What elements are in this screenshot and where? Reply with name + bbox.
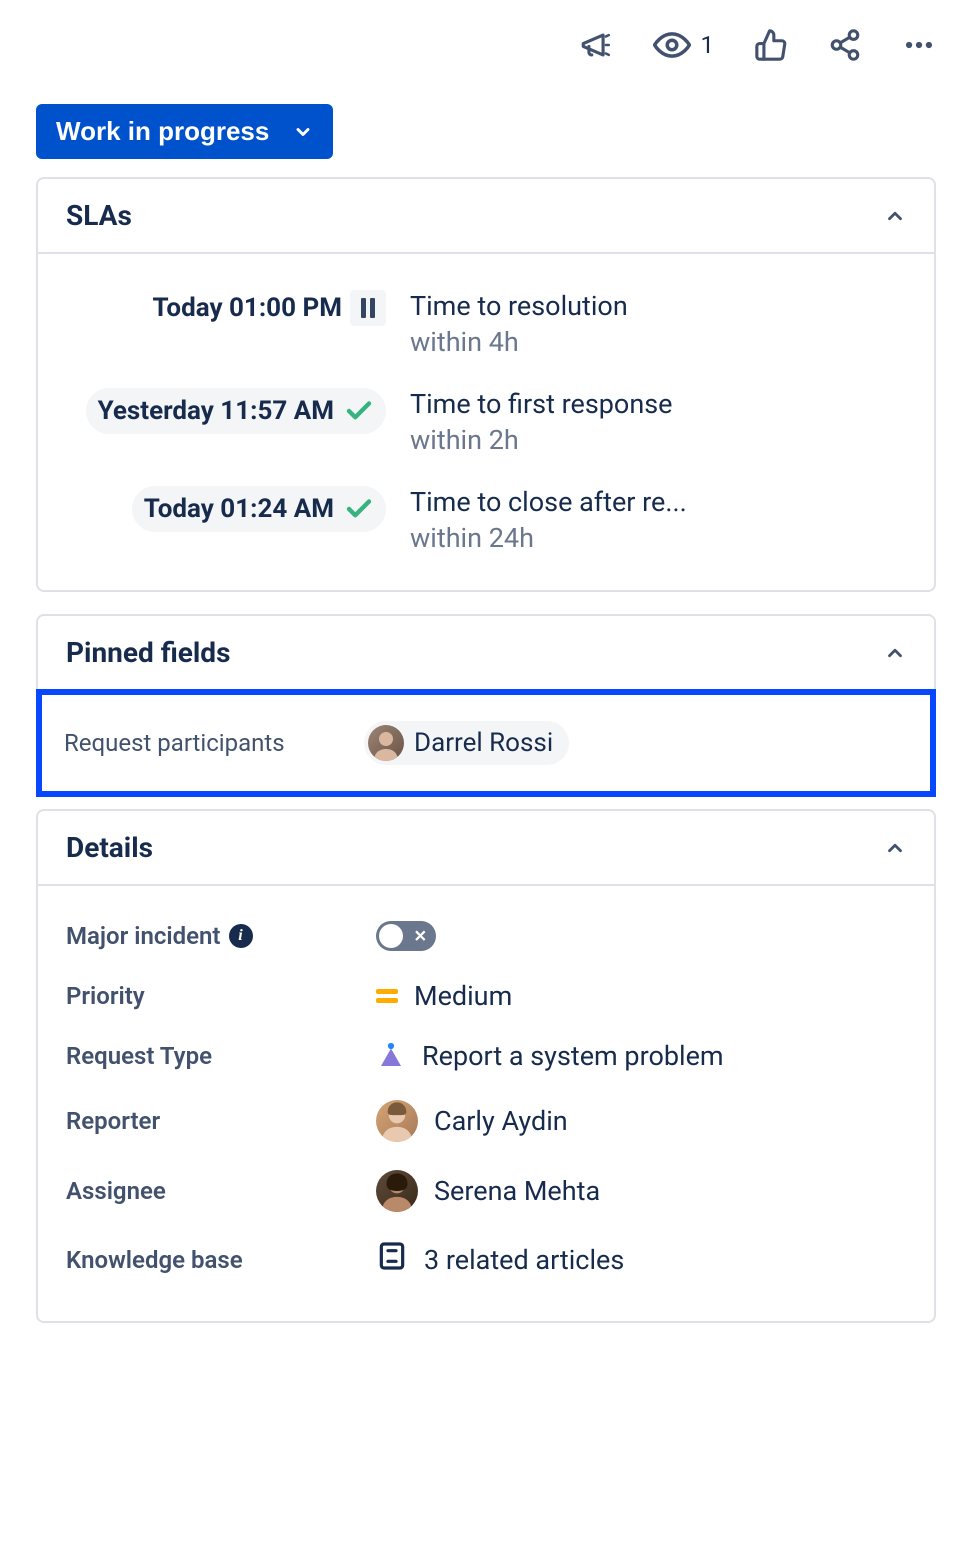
sla-row: Today 01:24 AM Time to close after re...… — [66, 486, 906, 554]
sla-time: Yesterday 11:57 AM — [98, 396, 334, 426]
sla-time: Today 01:24 AM — [144, 494, 334, 524]
reporter-value: Carly Aydin — [434, 1105, 568, 1137]
pause-icon — [350, 290, 386, 326]
watch-count: 1 — [701, 31, 715, 59]
user-name: Darrel Rossi — [414, 728, 553, 758]
chevron-up-icon — [884, 837, 906, 859]
pinned-fields-panel: Pinned fields Request participants Darre… — [36, 614, 936, 797]
collapse-toggle[interactable] — [884, 205, 906, 227]
pinned-fields-title: Pinned fields — [66, 636, 230, 669]
pinned-fields-header[interactable]: Pinned fields — [38, 616, 934, 689]
details-title: Details — [66, 831, 153, 864]
feedback-button[interactable] — [579, 28, 613, 62]
request-participants-field[interactable]: Request participants Darrel Rossi — [36, 689, 936, 797]
check-icon — [344, 494, 374, 524]
field-label: Reporter — [66, 1107, 376, 1135]
field-label: Knowledge base — [66, 1246, 376, 1274]
assignee-value: Serena Mehta — [434, 1175, 600, 1207]
book-icon — [376, 1240, 408, 1279]
knowledge-base-field[interactable]: Knowledge base 3 related articles — [66, 1226, 906, 1293]
check-icon — [344, 396, 374, 426]
status-label: Work in progress — [56, 116, 269, 147]
avatar — [376, 1100, 418, 1142]
share-icon — [828, 28, 862, 62]
sla-name: Time to first response — [410, 388, 673, 420]
request-type-icon — [376, 1041, 406, 1071]
sla-goal: within 4h — [410, 326, 628, 358]
more-icon — [902, 28, 936, 62]
chevron-up-icon — [884, 205, 906, 227]
watch-button[interactable]: 1 — [653, 26, 715, 64]
field-label: Major incident — [66, 922, 221, 950]
sla-name: Time to close after re... — [410, 486, 687, 518]
sla-row: Yesterday 11:57 AM Time to first respons… — [66, 388, 906, 456]
more-actions-button[interactable] — [902, 28, 936, 62]
sla-row: Today 01:00 PM Time to resolution within… — [66, 290, 906, 358]
slas-title: SLAs — [66, 199, 132, 232]
sla-goal: within 2h — [410, 424, 673, 456]
avatar — [376, 1170, 418, 1212]
slas-header[interactable]: SLAs — [38, 179, 934, 252]
avatar — [368, 725, 404, 761]
kb-value: 3 related articles — [424, 1244, 624, 1276]
collapse-toggle[interactable] — [884, 837, 906, 859]
thumbs-up-icon — [754, 28, 788, 62]
collapse-toggle[interactable] — [884, 642, 906, 664]
sla-badge: Today 01:24 AM — [132, 486, 386, 532]
field-label: Request participants — [64, 729, 364, 757]
megaphone-icon — [579, 28, 613, 62]
chevron-up-icon — [884, 642, 906, 664]
like-button[interactable] — [754, 28, 788, 62]
sla-goal: within 24h — [410, 522, 687, 554]
sla-time: Today 01:00 PM — [153, 293, 342, 323]
sla-badge: Yesterday 11:57 AM — [86, 388, 386, 434]
details-panel: Details Major incident i ✕ Priority — [36, 809, 936, 1323]
priority-field[interactable]: Priority Medium — [66, 966, 906, 1026]
request-type-field[interactable]: Request Type Report a system problem — [66, 1026, 906, 1086]
details-header[interactable]: Details — [38, 811, 934, 884]
assignee-field[interactable]: Assignee Serena Mehta — [66, 1156, 906, 1226]
priority-medium-icon — [376, 989, 398, 1003]
request-type-value: Report a system problem — [422, 1040, 724, 1072]
major-incident-toggle[interactable]: ✕ — [376, 921, 436, 951]
priority-value: Medium — [414, 980, 512, 1012]
field-label: Request Type — [66, 1042, 376, 1070]
reporter-field[interactable]: Reporter Carly Aydin — [66, 1086, 906, 1156]
status-dropdown[interactable]: Work in progress — [36, 104, 333, 159]
eye-icon — [653, 26, 691, 64]
chevron-down-icon — [293, 122, 313, 142]
share-button[interactable] — [828, 28, 862, 62]
field-label: Priority — [66, 982, 376, 1010]
major-incident-field: Major incident i ✕ — [66, 906, 906, 966]
sla-name: Time to resolution — [410, 290, 628, 322]
field-label: Assignee — [66, 1177, 376, 1205]
user-chip[interactable]: Darrel Rossi — [364, 721, 569, 765]
info-icon[interactable]: i — [229, 924, 253, 948]
slas-panel: SLAs Today 01:00 PM Time to resolution w… — [36, 177, 936, 592]
